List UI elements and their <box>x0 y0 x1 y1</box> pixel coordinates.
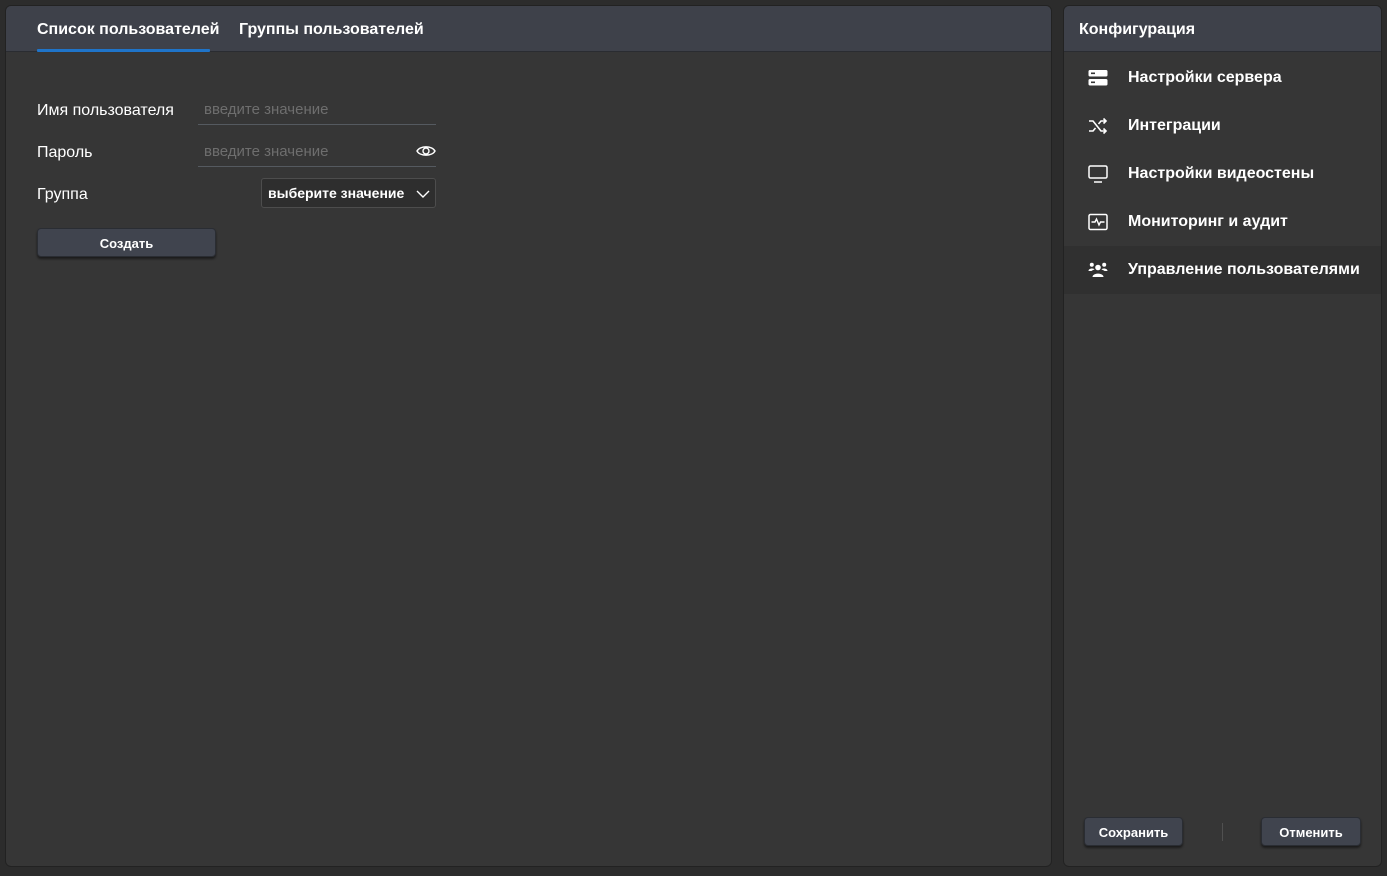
users-icon <box>1088 260 1108 280</box>
sidebar-item-label: Настройки видеостены <box>1128 165 1315 182</box>
sidebar-item-label: Интеграции <box>1128 117 1221 134</box>
group-select-value: выберите значение <box>268 185 405 201</box>
group-label: Группа <box>37 186 88 203</box>
group-select[interactable]: выберите значение <box>261 178 436 208</box>
sidebar-item-label: Настройки сервера <box>1128 69 1282 86</box>
sidebar-item-videowall-settings[interactable]: Настройки видеостены <box>1064 150 1381 198</box>
activity-monitor-icon <box>1088 212 1108 232</box>
monitor-icon <box>1088 164 1108 184</box>
password-field-wrapper <box>198 137 436 167</box>
sidebar-header: Конфигурация <box>1064 6 1381 52</box>
chevron-down-icon <box>416 187 430 199</box>
tab-user-list[interactable]: Список пользователей <box>37 6 220 52</box>
sidebar-item-user-management[interactable]: Управление пользователями <box>1064 246 1381 294</box>
sidebar-item-integrations[interactable]: Интеграции <box>1064 102 1381 150</box>
server-icon <box>1088 68 1108 88</box>
cancel-button[interactable]: Отменить <box>1261 817 1361 846</box>
sidebar-item-server-settings[interactable]: Настройки сервера <box>1064 54 1381 102</box>
active-tab-indicator <box>37 49 210 52</box>
password-input[interactable] <box>198 137 436 166</box>
username-input[interactable] <box>198 95 436 124</box>
tab-user-groups[interactable]: Группы пользователей <box>239 6 424 52</box>
eye-icon[interactable] <box>416 143 436 159</box>
username-field-wrapper <box>198 95 436 125</box>
footer-divider <box>1222 823 1223 841</box>
tab-bar: Список пользователей Группы пользователе… <box>6 6 1051 52</box>
create-button[interactable]: Создать <box>37 228 216 257</box>
username-label: Имя пользователя <box>37 102 174 119</box>
user-management-panel: Список пользователей Группы пользователе… <box>5 5 1052 867</box>
sidebar-item-monitoring-audit[interactable]: Мониторинг и аудит <box>1064 198 1381 246</box>
sidebar-title: Конфигурация <box>1079 21 1196 38</box>
save-button[interactable]: Сохранить <box>1084 817 1183 846</box>
password-label: Пароль <box>37 144 93 161</box>
sidebar-item-label: Управление пользователями <box>1128 261 1360 278</box>
sidebar-item-label: Мониторинг и аудит <box>1128 213 1288 230</box>
shuffle-icon <box>1088 116 1108 136</box>
configuration-sidebar: Конфигурация Настройки сервера Интеграци… <box>1063 5 1382 867</box>
